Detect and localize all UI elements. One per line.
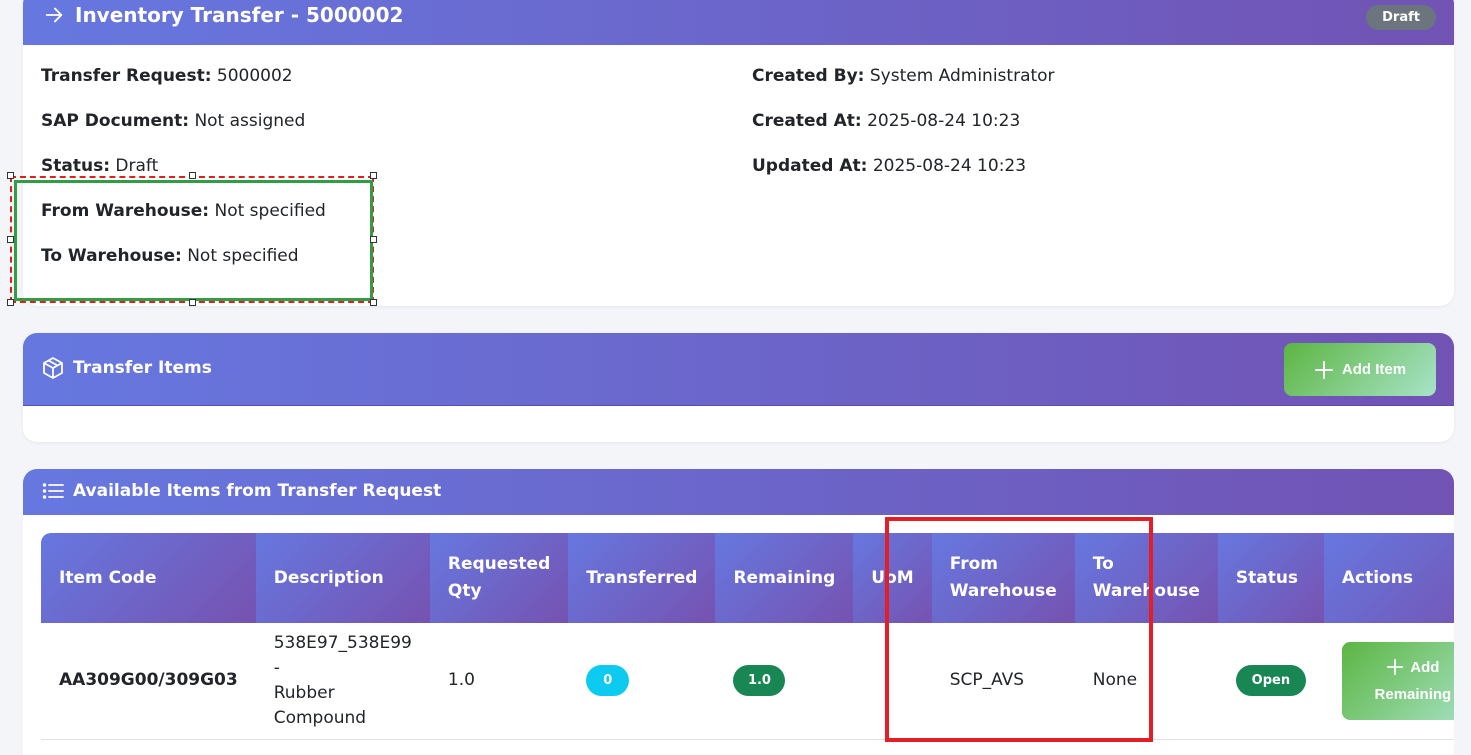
available-items-header: Available Items from Transfer Request: [23, 469, 1454, 515]
transfer-request-info: Transfer Request: 5000002: [41, 66, 293, 86]
created-by-info: Created By: System Administrator: [752, 66, 1055, 86]
transfer-items-card: Transfer Items Add Item: [23, 333, 1454, 442]
add-item-label: Add Item: [1341, 361, 1407, 378]
created-at-value: 2025-08-24 10:23: [867, 111, 1021, 131]
col-description[interactable]: Description: [255, 533, 430, 623]
resize-handle[interactable]: [370, 299, 377, 306]
created-at-info: Created At: 2025-08-24 10:23: [752, 111, 1020, 131]
status-label: Status:: [41, 156, 110, 176]
cell-item-code: AA309G00/309G03: [41, 623, 256, 740]
transfer-items-header: Transfer Items Add Item: [23, 333, 1454, 406]
add-item-button[interactable]: Add Item: [1284, 343, 1436, 396]
highlight-box-red: [885, 517, 1153, 742]
resize-handle[interactable]: [7, 172, 14, 179]
sap-document-value: Not assigned: [194, 111, 306, 131]
resize-handle[interactable]: [189, 172, 196, 179]
transfer-request-label: Transfer Request:: [41, 66, 212, 86]
cell-remaining: 1.0: [715, 623, 854, 740]
transferred-badge: 0: [586, 665, 630, 697]
available-items-card: Available Items from Transfer Request It…: [23, 469, 1454, 755]
status-value: Draft: [115, 156, 159, 176]
updated-at-info: Updated At: 2025-08-24 10:23: [752, 156, 1026, 176]
available-items-table: Item Code Description Requested Qty Trans…: [41, 533, 1454, 740]
highlight-box-green: [14, 180, 373, 301]
transfer-header: Inventory Transfer - 5000002 Draft: [23, 0, 1454, 45]
plus-icon: [1314, 360, 1333, 379]
sap-document-info: SAP Document: Not assigned: [41, 111, 305, 131]
available-items-title-text: Available Items from Transfer Request: [73, 481, 442, 501]
status-badge-open: Open: [1235, 665, 1306, 697]
remaining-badge: 1.0: [733, 665, 786, 697]
status-info: Status: Draft: [41, 156, 158, 176]
resize-handle[interactable]: [189, 299, 196, 306]
add-remaining-line2: Remaining: [1374, 685, 1452, 703]
list-icon: [42, 483, 64, 499]
created-by-label: Created By:: [752, 66, 865, 86]
table-row: AA309G00/309G03 538E97_538E99 - Rubber Co…: [41, 623, 1454, 740]
created-at-label: Created At:: [752, 111, 862, 131]
cell-actions: Add Remaining: [1323, 623, 1454, 740]
sap-document-label: SAP Document:: [41, 111, 190, 131]
arrow-right-icon: [45, 7, 63, 23]
col-requested-qty[interactable]: Requested Qty: [429, 533, 569, 623]
transfer-request-value: 5000002: [216, 66, 293, 86]
add-remaining-line1: Add: [1386, 654, 1439, 681]
created-by-value: System Administrator: [869, 66, 1055, 86]
resize-handle[interactable]: [370, 236, 377, 243]
available-items-title: Available Items from Transfer Request: [41, 480, 441, 502]
col-remaining[interactable]: Remaining: [715, 533, 854, 623]
page-title-text: Inventory Transfer - 5000002: [75, 3, 404, 27]
table-header-row: Item Code Description Requested Qty Trans…: [41, 533, 1454, 623]
transfer-items-title: Transfer Items: [41, 356, 212, 380]
plus-icon: [1387, 659, 1404, 676]
cell-requested-qty: 1.0: [429, 623, 569, 740]
updated-at-value: 2025-08-24 10:23: [872, 156, 1027, 176]
box-icon: [43, 357, 63, 379]
col-item-code[interactable]: Item Code: [41, 533, 256, 623]
col-status[interactable]: Status: [1217, 533, 1324, 623]
cell-transferred: 0: [568, 623, 716, 740]
status-badge: Draft: [1366, 5, 1436, 30]
updated-at-label: Updated At:: [752, 156, 868, 176]
transfer-items-title-text: Transfer Items: [73, 358, 212, 378]
resize-handle[interactable]: [7, 236, 14, 243]
col-transferred[interactable]: Transferred: [568, 533, 716, 623]
resize-handle[interactable]: [370, 172, 377, 179]
page-title: Inventory Transfer - 5000002: [43, 3, 403, 27]
resize-handle[interactable]: [7, 299, 14, 306]
col-actions[interactable]: Actions: [1323, 533, 1454, 623]
add-remaining-button[interactable]: Add Remaining: [1341, 641, 1454, 720]
cell-description: 538E97_538E99 - Rubber Compound: [255, 623, 430, 740]
cell-status: Open: [1217, 623, 1324, 740]
